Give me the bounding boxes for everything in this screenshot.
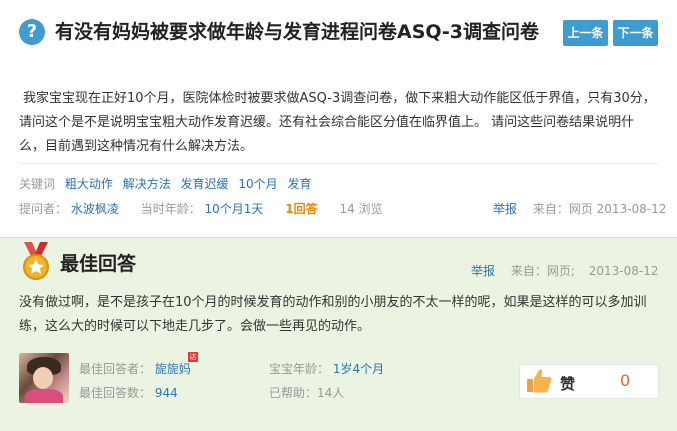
keyword-link[interactable]: 发育 bbox=[287, 177, 311, 191]
answer-report-link[interactable]: 举报 bbox=[471, 264, 495, 278]
question-title: 有没有妈妈被要求做年龄与发育进程问卷ASQ-3调查问卷 bbox=[55, 21, 540, 43]
answerer-label: 最佳回答者： bbox=[79, 362, 152, 376]
like-button[interactable]: 赞 0 bbox=[519, 364, 659, 399]
avatar[interactable] bbox=[19, 353, 69, 403]
like-label: 赞 bbox=[560, 375, 576, 393]
view-count: 14 浏览 bbox=[339, 202, 383, 216]
answerer-link[interactable]: 旎旎妈 bbox=[155, 362, 191, 376]
asker-link[interactable]: 水波枫凌 bbox=[71, 202, 119, 216]
answer-body: 没有做过啊，是不是孩子在10个月的时候发育的动作和别的小朋友的不太一样的呢，如果… bbox=[19, 295, 647, 334]
thumbs-up-icon bbox=[527, 369, 552, 393]
divider bbox=[19, 163, 659, 164]
keyword-link[interactable]: 解决方法 bbox=[123, 177, 171, 191]
baby-age-label: 宝宝年龄： bbox=[269, 362, 330, 376]
answer-date: 2013-08-12 bbox=[588, 264, 659, 278]
question-right-meta: 举报 来自：网页 2013-08-12 bbox=[493, 201, 666, 217]
asker-label: 提问者： bbox=[19, 202, 68, 216]
question-source: 来自：网页 2013-08-12 bbox=[532, 202, 667, 216]
report-link[interactable]: 举报 bbox=[493, 202, 517, 216]
answer-right-meta: 举报 来自：网页; 2013-08-12 bbox=[471, 263, 658, 279]
keyword-link[interactable]: 发育迟缓 bbox=[181, 177, 229, 191]
answer-count-value: 944 bbox=[154, 386, 178, 400]
like-count: 0 bbox=[620, 371, 631, 390]
answerer-row: 最佳回答者： 旎旎妈 达 bbox=[79, 352, 198, 377]
keywords-row: 关键词 粗大动作 解决方法 发育迟缓 10个月 发育 bbox=[19, 176, 318, 192]
baby-age-row: 宝宝年龄： 1岁4个月 bbox=[269, 361, 384, 377]
answer-count[interactable]: 1回答 bbox=[285, 202, 317, 216]
keywords-label: 关键词 bbox=[19, 177, 56, 191]
next-button[interactable]: 下一条 bbox=[613, 20, 658, 46]
expert-badge-icon: 达 bbox=[188, 352, 198, 362]
keyword-link[interactable]: 10个月 bbox=[238, 177, 277, 191]
answer-source: 来自：网页; bbox=[510, 264, 575, 278]
question-meta-row: 提问者： 水波枫凌 当时年龄： 10个月1天 1回答 14 浏览 bbox=[19, 201, 383, 217]
keyword-link[interactable]: 粗大动作 bbox=[65, 177, 113, 191]
helped-count: 已帮助：14人 bbox=[269, 386, 345, 400]
age-value: 10个月1天 bbox=[204, 202, 264, 216]
answer-count-label: 最佳回答数： bbox=[79, 386, 152, 400]
best-answer-panel: 最佳回答 举报 来自：网页; 2013-08-12 没有做过啊，是不是孩子在10… bbox=[0, 237, 677, 431]
answer-count-row: 最佳回答数： 944 bbox=[79, 385, 178, 401]
age-label: 当时年龄： bbox=[140, 202, 201, 216]
medal-icon bbox=[23, 242, 49, 280]
question-body: 我家宝宝现在正好10个月，医院体检时被要求做ASQ-3调查问卷，做下来粗大动作能… bbox=[19, 91, 656, 154]
baby-age-value: 1岁4个月 bbox=[332, 362, 385, 376]
prev-button[interactable]: 上一条 bbox=[563, 20, 608, 46]
best-answer-title: 最佳回答 bbox=[60, 253, 137, 275]
question-panel: ? 有没有妈妈被要求做年龄与发育进程问卷ASQ-3调查问卷 上一条 下一条 我家… bbox=[0, 0, 677, 233]
